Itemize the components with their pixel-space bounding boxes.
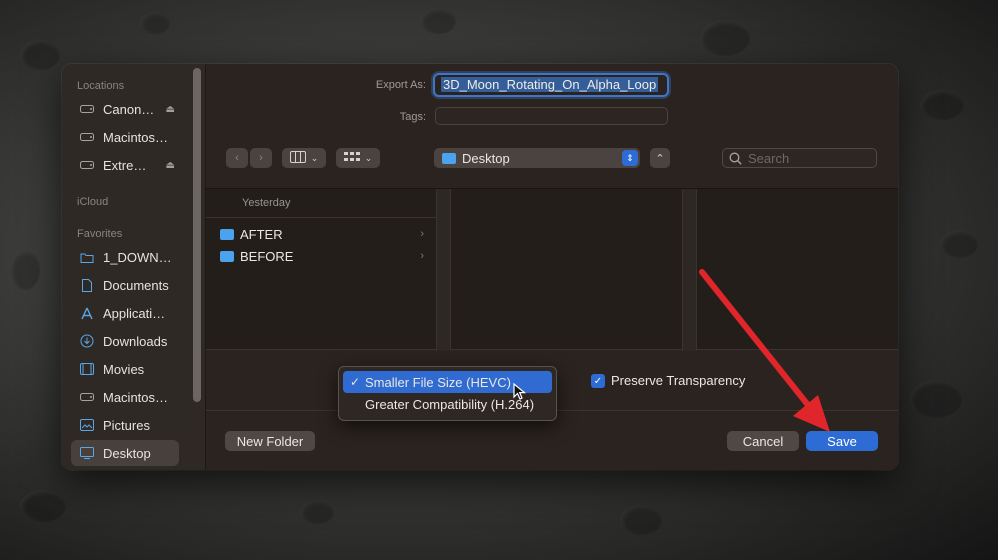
picture-icon [79, 418, 95, 432]
new-folder-button[interactable]: New Folder [225, 431, 315, 451]
column-browser: Yesterday AFTER › BEFORE › [206, 188, 898, 351]
menu-item-label: Smaller File Size (HEVC) [365, 374, 511, 390]
back-button[interactable]: ‹ [226, 148, 248, 168]
sidebar-scrollbar[interactable] [193, 68, 201, 402]
drive-icon [79, 102, 95, 116]
sidebar-item-canon[interactable]: Canon… ⏏ [71, 96, 179, 122]
chevron-down-icon: ⌄ [364, 152, 373, 163]
sidebar-section-favorites: Favorites [77, 228, 123, 240]
sidebar-item-label: Downloads [103, 333, 168, 349]
sidebar-section-icloud: iCloud [77, 196, 109, 208]
drive-icon [79, 158, 95, 172]
sidebar: Locations Canon… ⏏ Macintos… Extre… ⏏ iC… [62, 64, 206, 470]
drive-icon [79, 130, 95, 144]
column-resize-handle[interactable] [682, 189, 696, 351]
sidebar-item-label: Macintos… [103, 389, 169, 405]
column-divider [450, 189, 451, 351]
eject-icon[interactable]: ⏏ [166, 160, 175, 171]
sidebar-item-applications[interactable]: Applicati… [71, 300, 179, 326]
file-name: AFTER [240, 226, 283, 242]
folder-icon [220, 228, 234, 240]
forward-button[interactable]: › [250, 148, 272, 168]
sidebar-item-label: Documents [103, 277, 169, 293]
tags-field[interactable] [435, 107, 668, 125]
mouse-pointer-icon [513, 383, 527, 400]
sidebar-item-movies[interactable]: Movies [71, 356, 179, 382]
drive-icon [79, 390, 95, 404]
download-icon [79, 334, 95, 348]
preserve-transparency-label: Preserve Transparency [611, 373, 746, 388]
checkmark-icon: ✓ [593, 375, 603, 387]
chevron-down-icon: ⌄ [310, 152, 319, 163]
search-field[interactable]: Search [722, 148, 877, 168]
applications-icon [79, 306, 95, 320]
column-divider [436, 189, 437, 351]
column-divider [696, 189, 697, 351]
search-icon [729, 152, 742, 165]
export-as-field[interactable]: 3D_Moon_Rotating_On_Alpha_Loop [433, 73, 669, 97]
cancel-button[interactable]: Cancel [727, 431, 799, 451]
group-header: Yesterday [242, 197, 291, 209]
folder-icon [79, 250, 95, 264]
save-button[interactable]: Save [806, 431, 878, 451]
sidebar-section-locations: Locations [77, 80, 125, 92]
preserve-transparency-checkbox[interactable]: ✓ [591, 374, 605, 388]
export-as-value: 3D_Moon_Rotating_On_Alpha_Loop [441, 77, 659, 92]
chevron-left-icon: ‹ [235, 152, 239, 164]
sidebar-item-pictures[interactable]: Pictures [71, 412, 179, 438]
sidebar-item-label: Extre… [103, 157, 147, 173]
tags-label: Tags: [399, 111, 426, 123]
sidebar-item-label: 1_DOWN… [103, 249, 172, 265]
sidebar-item-label: Pictures [103, 417, 150, 433]
location-select[interactable]: Desktop ⇕ [434, 148, 640, 168]
sidebar-item-macintosh[interactable]: Macintos… [71, 124, 179, 150]
sidebar-item-label: Applicati… [103, 305, 166, 321]
sidebar-item-extreme[interactable]: Extre… ⏏ [71, 152, 179, 178]
location-value: Desktop [462, 150, 510, 166]
file-row-after[interactable]: AFTER › [220, 223, 424, 245]
sidebar-item-label: Canon… [103, 101, 155, 117]
chevron-right-icon: › [420, 228, 424, 240]
desktop-icon [79, 446, 95, 460]
sidebar-item-documents[interactable]: Documents [71, 272, 179, 298]
eject-icon[interactable]: ⏏ [166, 104, 175, 115]
chevron-right-icon: › [420, 250, 424, 262]
sidebar-item-label: Movies [103, 361, 145, 377]
folder-icon [220, 250, 234, 262]
file-row-before[interactable]: BEFORE › [220, 245, 424, 267]
sidebar-item-desktop[interactable]: Desktop [71, 440, 179, 466]
sidebar-item-macintosh-2[interactable]: Macintos… [71, 384, 179, 410]
search-placeholder: Search [748, 150, 790, 166]
grid-icon [343, 151, 360, 166]
chevron-right-icon: › [259, 152, 263, 164]
group-button[interactable]: ⌄ [336, 148, 380, 168]
film-icon [79, 362, 95, 376]
export-as-label: Export As: [375, 79, 426, 91]
sidebar-item-label: Macintos… [103, 129, 169, 145]
menu-item-label: Greater Compatibility (H.264) [365, 396, 535, 412]
column-resize-handle[interactable] [436, 189, 450, 351]
columns-view-icon [289, 150, 306, 166]
file-name: BEFORE [240, 248, 294, 264]
sidebar-item-1-downloads[interactable]: 1_DOWN… [71, 244, 179, 270]
sidebar-item-downloads[interactable]: Downloads [71, 328, 179, 354]
checkmark-icon: ✓ [350, 375, 361, 389]
document-icon [79, 278, 95, 292]
updown-chevron-icon: ⇕ [622, 150, 638, 166]
collapse-button[interactable]: ⌃ [650, 148, 670, 168]
folder-icon [442, 152, 456, 164]
divider [206, 217, 436, 218]
chevron-up-icon: ⌃ [655, 152, 665, 165]
view-mode-button[interactable]: ⌄ [282, 148, 326, 168]
column-divider [682, 189, 683, 351]
sidebar-item-label: Desktop [103, 445, 151, 461]
